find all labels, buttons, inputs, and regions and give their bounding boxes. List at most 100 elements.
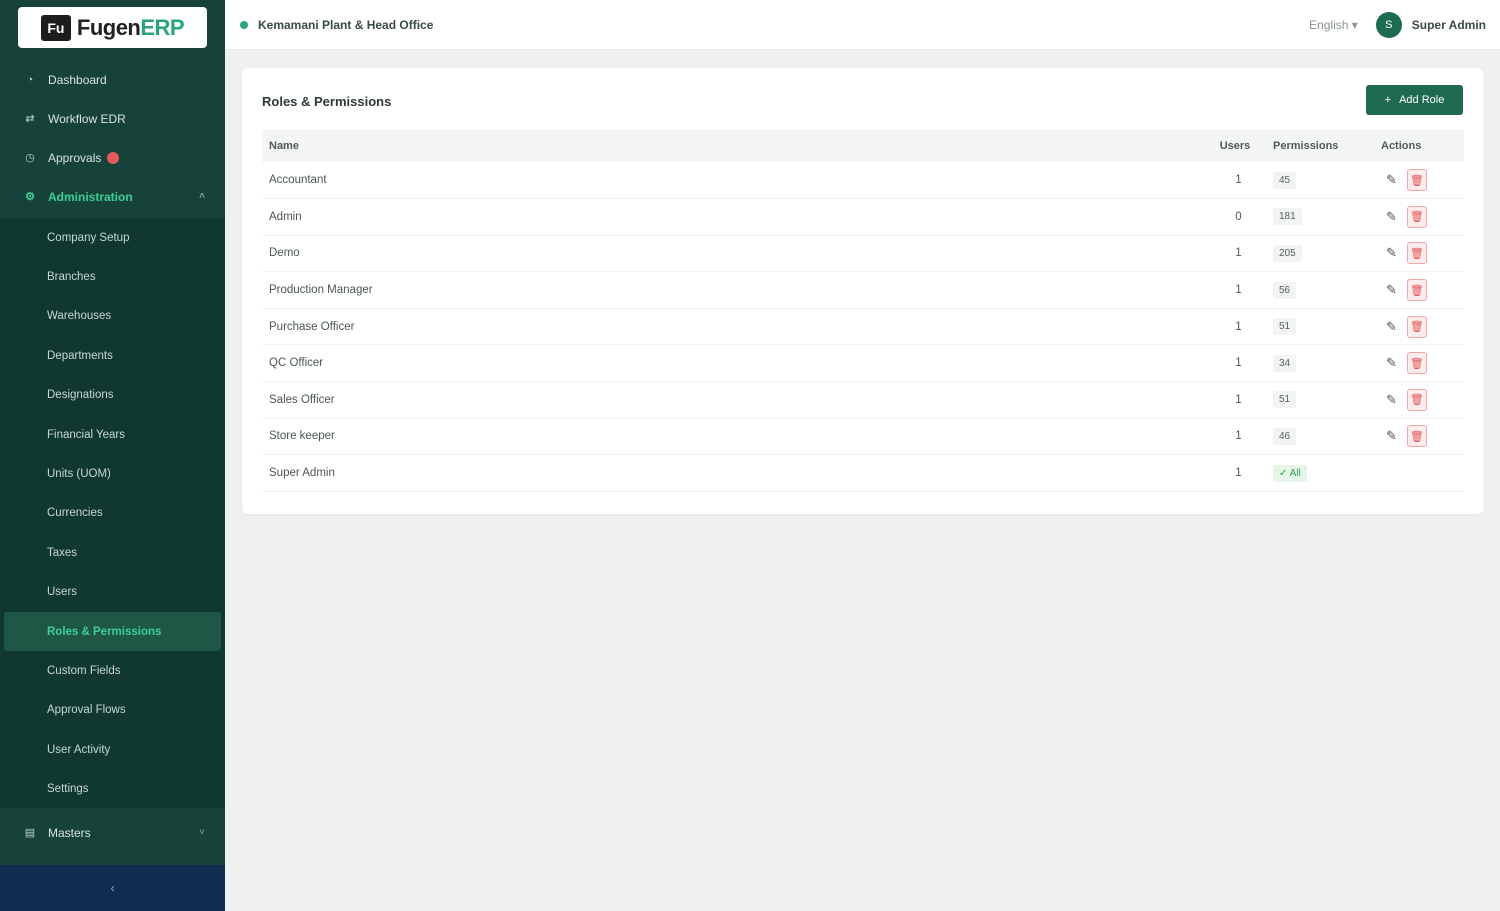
edit-icon[interactable]: ✎ [1386,209,1397,225]
role-users-count: 1 [1204,235,1266,273]
edit-icon[interactable]: ✎ [1386,172,1397,188]
permissions-count: 46 [1279,430,1291,442]
logo-mark-icon: Fu [40,14,71,41]
column-header-name[interactable]: Name [262,130,1204,162]
submenu-item-currencies[interactable]: Currencies [0,494,225,533]
logo-name: Fugen [76,14,141,40]
sidebar-item-label: Administration [48,189,133,204]
delete-icon[interactable]: 🗑 [1406,169,1427,192]
submenu-item-units[interactable]: Units (UOM) [0,454,225,493]
submenu-item-approval-flows[interactable]: Approval Flows [0,691,225,730]
delete-icon[interactable]: 🗑 [1406,315,1427,338]
submenu-item-user-activity[interactable]: User Activity [0,730,225,769]
branch-selector[interactable]: Kemamani Plant & Head Office [240,18,433,32]
table-row: Purchase Officer 1 51 ✎ 🗑 [262,308,1464,346]
submenu-item-roles-permissions[interactable]: Roles & Permissions [4,611,221,652]
submenu-item-company-setup[interactable]: Company Setup [0,218,225,257]
user-name[interactable]: Super Admin [1412,18,1486,32]
role-users-count: 1 [1204,344,1266,383]
delete-icon[interactable]: 🗑 [1406,352,1427,375]
edit-icon[interactable]: ✎ [1386,282,1397,298]
sidebar-item-approvals[interactable]: ◷ Approvals [0,138,225,177]
submenu-item-departments[interactable]: Departments [0,336,225,375]
permissions-count: 56 [1279,284,1291,296]
column-header-permissions[interactable]: Permissions [1266,130,1374,162]
role-permissions-cell: 181 [1266,198,1374,236]
sidebar-item-dashboard[interactable]: ◔ Dashboard [0,60,225,99]
edit-icon[interactable]: ✎ [1386,245,1397,261]
add-role-label: Add Role [1399,94,1445,106]
edit-icon[interactable]: ✎ [1386,428,1397,444]
roles-card: Roles & Permissions + Add Role Name User… [242,68,1484,514]
check-icon: ✓ [1279,467,1290,479]
edit-icon[interactable]: ✎ [1386,319,1397,335]
actions-group: ✎ 🗑 [1381,279,1464,302]
actions-group: ✎ 🗑 [1381,169,1464,192]
avatar[interactable]: S [1375,11,1402,38]
edit-icon[interactable]: ✎ [1386,355,1397,371]
approval-icon: ◷ [25,152,35,164]
chevron-left-icon: ‹ [110,881,115,895]
permissions-count-badge: ✓ All [1273,464,1307,482]
table-row: Demo 1 205 ✎ 🗑 [262,235,1464,273]
sidebar-item-label: Masters [48,825,91,840]
top-bar-right: English ▾ S Super Admin [1309,11,1486,38]
submenu-item-settings[interactable]: Settings [0,769,225,808]
actions-group: ✎ 🗑 [1381,242,1464,265]
permissions-count-badge: 181 [1273,208,1302,226]
table-row: Store keeper 1 46 ✎ 🗑 [262,418,1464,456]
delete-icon[interactable]: 🗑 [1406,279,1427,302]
sidebar-nav-bottom: ▤ Masters ˅ [0,813,225,852]
sidebar-item-masters[interactable]: ▤ Masters ˅ [0,813,225,852]
submenu-item-users[interactable]: Users [0,573,225,612]
role-actions-cell: ✎ 🗑 [1374,308,1464,346]
actions-group: ✎ 🗑 [1381,315,1464,338]
permissions-count-badge: 45 [1273,171,1297,189]
role-name: Sales Officer [262,381,1204,419]
role-users-count: 1 [1204,308,1266,346]
role-actions-cell: ✎ 🗑 [1374,271,1464,309]
sidebar-item-label: Dashboard [48,72,107,87]
delete-icon[interactable]: 🗑 [1406,205,1427,228]
submenu-item-designations[interactable]: Designations [0,376,225,415]
role-permissions-cell: 56 [1266,271,1374,309]
table-row: Accountant 1 45 ✎ 🗑 [262,162,1464,200]
role-users-count: 1 [1204,271,1266,309]
submenu-item-financial-years[interactable]: Financial Years [0,415,225,454]
sidebar-item-workflow[interactable]: ⇄ Workflow EDR [0,99,225,138]
page-title: Roles & Permissions [262,94,392,109]
permissions-count-badge: 51 [1273,391,1297,409]
chevron-up-icon: ˄ [199,191,205,202]
add-role-button[interactable]: + Add Role [1366,85,1463,115]
edit-icon[interactable]: ✎ [1386,392,1397,408]
submenu-item-warehouses[interactable]: Warehouses [0,297,225,336]
role-permissions-cell: ✓ All [1266,454,1374,492]
sidebar-item-administration[interactable]: ⚙ Administration ˄ [0,177,225,216]
permissions-count-badge: 46 [1273,427,1297,445]
permissions-count: 34 [1279,357,1291,369]
branch-name: Kemamani Plant & Head Office [258,17,434,32]
role-name: Store keeper [262,418,1204,456]
submenu-item-custom-fields[interactable]: Custom Fields [0,651,225,690]
database-icon: ▤ [24,827,36,839]
role-actions-cell: ✎ 🗑 [1374,381,1464,419]
language-selector[interactable]: English ▾ [1309,18,1358,32]
sidebar-item-label: Approvals [48,150,102,165]
column-header-users[interactable]: Users [1204,130,1266,162]
role-actions-cell [1374,454,1464,492]
actions-group: ✎ 🗑 [1381,205,1464,228]
submenu-item-branches[interactable]: Branches [0,257,225,296]
role-name: Admin [262,198,1204,236]
app-logo[interactable]: Fu FugenERP [18,7,207,48]
sidebar-nav: ◔ Dashboard ⇄ Workflow EDR ◷ Approvals ⚙… [0,60,225,216]
role-users-count: 1 [1204,418,1266,456]
permissions-count-badge: 34 [1273,354,1297,372]
notification-badge [107,151,120,164]
delete-icon[interactable]: 🗑 [1406,388,1427,411]
submenu-item-taxes[interactable]: Taxes [0,533,225,572]
logo-suffix: ERP [140,14,185,40]
delete-icon[interactable]: 🗑 [1406,425,1427,448]
actions-group: ✎ 🗑 [1381,352,1464,375]
sidebar-collapse-button[interactable]: ‹ [0,865,225,911]
delete-icon[interactable]: 🗑 [1406,242,1427,265]
